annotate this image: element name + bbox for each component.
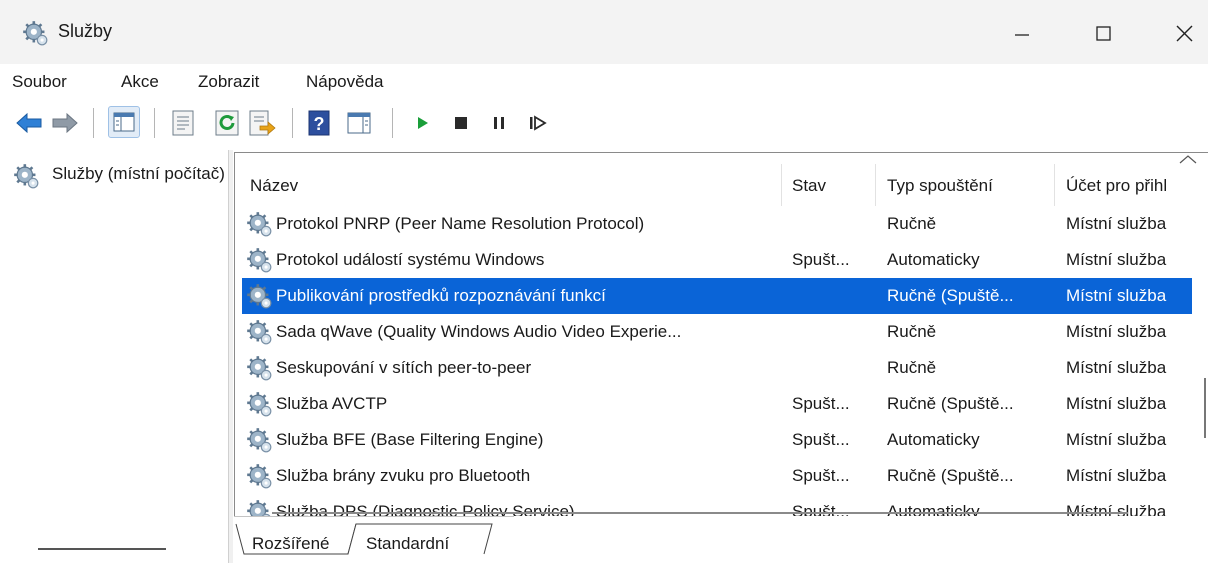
list-border (234, 152, 1208, 517)
help-icon[interactable]: ? (304, 108, 334, 138)
menu-soubor[interactable]: Soubor (12, 72, 67, 92)
console-tree-icon (113, 112, 135, 132)
svg-text:?: ? (314, 114, 325, 134)
refresh-icon[interactable] (212, 108, 242, 138)
toolbar-separator (392, 108, 393, 138)
forward-arrow-icon[interactable] (50, 108, 80, 138)
window-title: Služby (58, 21, 113, 41)
toolbar-separator (292, 108, 293, 138)
start-service-icon[interactable] (408, 108, 438, 138)
back-arrow-icon[interactable] (14, 108, 44, 138)
export-list-icon[interactable] (246, 108, 276, 138)
maximize-icon[interactable] (1083, 14, 1123, 54)
vertical-scrollbar[interactable] (1204, 378, 1206, 438)
properties-icon[interactable] (168, 108, 198, 138)
pause-service-icon[interactable] (484, 108, 514, 138)
services-gear-icon (13, 163, 39, 189)
menu-napoveda[interactable]: Nápověda (306, 72, 384, 92)
pane-splitter[interactable] (228, 150, 233, 563)
console-tree: Služby (místní počítač) (0, 150, 228, 563)
menu-zobrazit[interactable]: Zobrazit (198, 72, 259, 92)
close-icon[interactable] (1164, 14, 1204, 54)
toolbar: ? (0, 98, 1208, 150)
toolbar-separator (93, 108, 94, 138)
show-hide-console-tree-button[interactable] (108, 106, 140, 138)
toolbar-separator (154, 108, 155, 138)
tab-extended[interactable]: Rozšířené (252, 534, 329, 554)
title-bar: Služby (0, 0, 1208, 64)
tab-standard[interactable]: Standardní (366, 534, 449, 554)
left-pane-scrollbar[interactable] (38, 548, 166, 550)
minimize-icon[interactable] (1002, 14, 1042, 54)
menu-akce[interactable]: Akce (121, 72, 159, 92)
show-hide-action-pane-icon[interactable] (344, 108, 374, 138)
menu-bar: Soubor Akce Zobrazit Nápověda (0, 64, 1208, 98)
view-tabs: Rozšířené Standardní (234, 516, 1208, 563)
resume-service-icon[interactable] (522, 108, 552, 138)
services-app-icon (22, 20, 48, 46)
stop-service-icon[interactable] (446, 108, 476, 138)
tree-item-services-local[interactable]: Služby (místní počítač) (52, 164, 228, 184)
